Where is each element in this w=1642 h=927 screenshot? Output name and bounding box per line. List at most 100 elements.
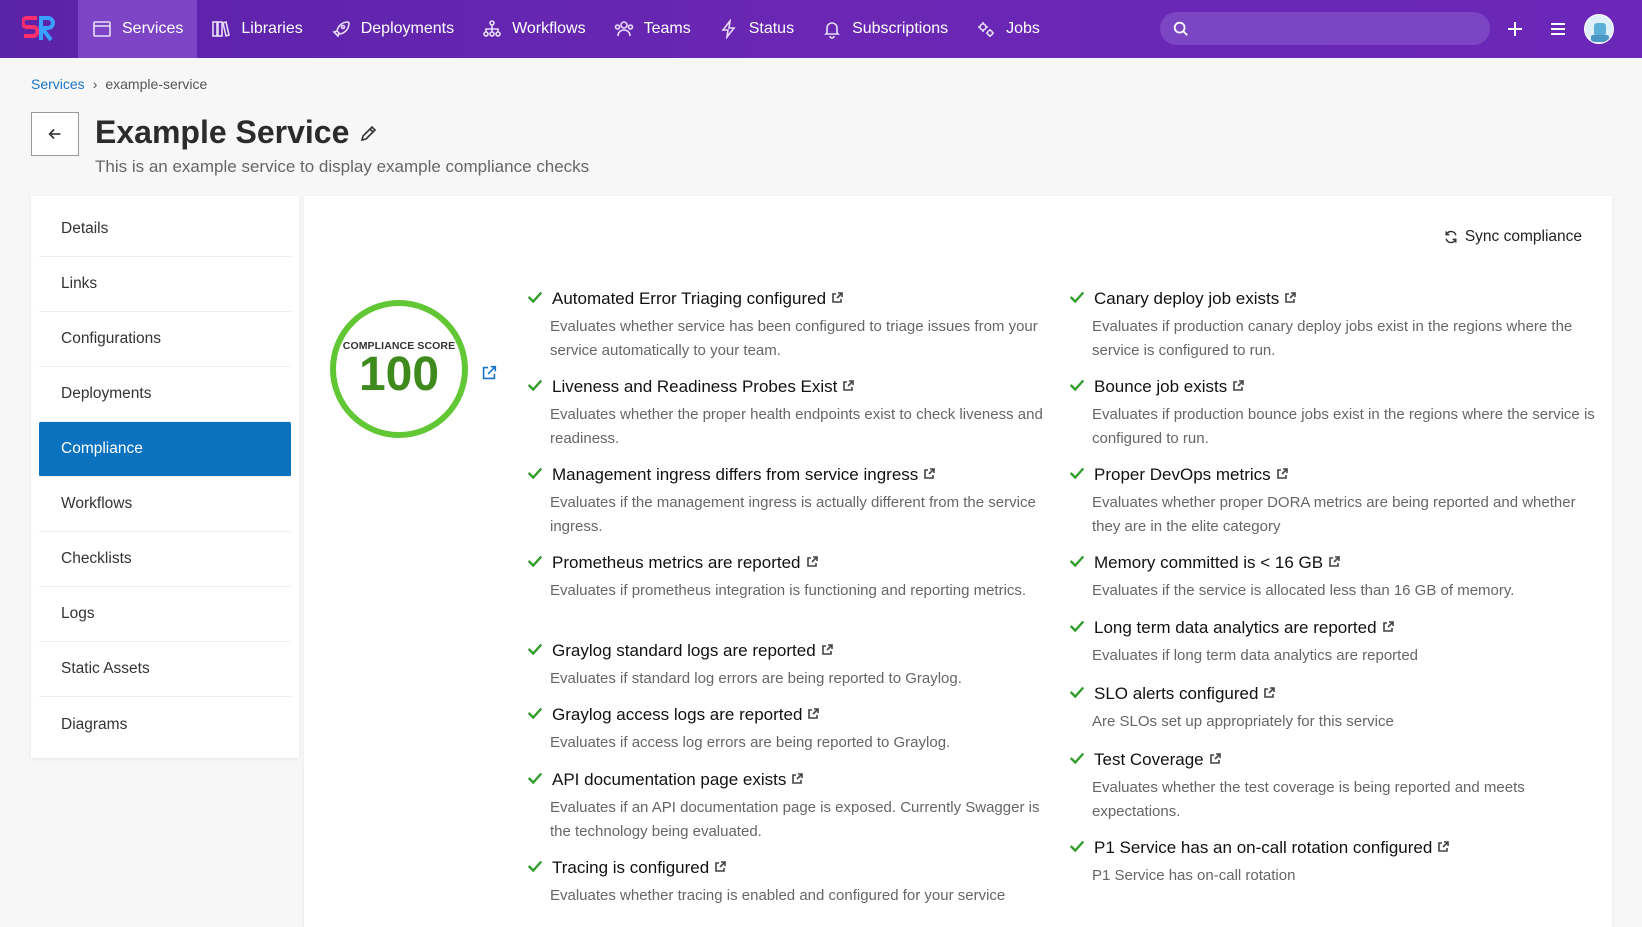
gears-icon xyxy=(978,22,995,37)
compliance-score-ring: COMPLIANCE SCORE 100 xyxy=(330,300,468,438)
top-nav: Services Libraries Deployments Workflows… xyxy=(0,0,1642,58)
search-input[interactable] xyxy=(1200,20,1480,37)
check-title: Bounce job exists xyxy=(1094,377,1228,396)
check-title: SLO alerts configured xyxy=(1094,684,1259,703)
external-link-icon[interactable] xyxy=(842,377,855,391)
sidenav-item-checklists[interactable]: Checklists xyxy=(39,532,291,587)
avatar[interactable] xyxy=(1584,14,1614,44)
people-icon xyxy=(614,21,633,37)
nav-item-label: Jobs xyxy=(1006,20,1040,37)
service-sidenav: Details Links Configurations Deployments… xyxy=(31,196,299,758)
sidenav-item-links[interactable]: Links xyxy=(39,257,291,312)
hierarchy-icon xyxy=(483,20,501,37)
check-title: Memory committed is < 16 GB xyxy=(1094,553,1324,572)
external-link-icon[interactable] xyxy=(714,858,726,872)
nav-item-services[interactable]: Services xyxy=(78,0,198,58)
external-link-icon[interactable] xyxy=(1284,289,1297,303)
nav-item-status[interactable]: Status xyxy=(705,0,808,58)
nav-item-jobs[interactable]: Jobs xyxy=(962,0,1054,58)
check-icon xyxy=(1068,376,1090,398)
sidenav-item-workflows[interactable]: Workflows xyxy=(39,477,291,532)
search-box[interactable] xyxy=(1160,12,1490,45)
logo[interactable] xyxy=(0,0,78,58)
external-link-icon[interactable] xyxy=(1209,750,1221,764)
check-item: Memory committed is < 16 GB Evaluates if… xyxy=(1068,552,1514,603)
nav-item-libraries[interactable]: Libraries xyxy=(197,0,316,58)
nav-item-workflows[interactable]: Workflows xyxy=(468,0,600,58)
sidenav-item-details[interactable]: Details xyxy=(39,202,291,257)
hamburger-icon xyxy=(1551,23,1565,35)
sidenav-item-logs[interactable]: Logs xyxy=(39,587,291,642)
external-link-icon[interactable] xyxy=(821,641,833,655)
sidenav-item-configurations[interactable]: Configurations xyxy=(39,312,291,367)
nav-item-subscriptions[interactable]: Subscriptions xyxy=(808,0,962,58)
menu-button[interactable] xyxy=(1546,17,1570,41)
check-item: Prometheus metrics are reported Evaluate… xyxy=(526,552,1026,603)
external-link-icon[interactable] xyxy=(1328,553,1340,567)
sync-icon xyxy=(1445,230,1457,244)
check-item: Long term data analytics are reported Ev… xyxy=(1068,617,1418,668)
check-title: Management ingress differs from service … xyxy=(552,465,919,484)
add-button[interactable] xyxy=(1503,17,1527,41)
nav-item-label: Deployments xyxy=(360,20,455,37)
check-description: Evaluates whether the test coverage is b… xyxy=(1092,779,1525,820)
external-link-icon[interactable] xyxy=(791,770,804,784)
check-icon xyxy=(1068,552,1090,574)
nav-item-teams[interactable]: Teams xyxy=(600,0,705,58)
check-description: Evaluates whether tracing is enabled and… xyxy=(550,887,1006,904)
score-external-link[interactable] xyxy=(480,364,498,382)
check-item: Graylog standard logs are reported Evalu… xyxy=(526,640,962,691)
external-link-icon[interactable] xyxy=(807,705,820,719)
sidenav-item-compliance[interactable]: Compliance xyxy=(39,422,291,477)
nav-item-deployments[interactable]: Deployments xyxy=(317,0,468,58)
external-link-icon[interactable] xyxy=(1437,838,1450,852)
external-link-icon[interactable] xyxy=(831,289,843,303)
check-icon xyxy=(526,464,548,486)
check-title: Canary deploy job exists xyxy=(1094,289,1280,308)
sync-compliance-label: Sync compliance xyxy=(1464,228,1582,245)
breadcrumb: Services › example-service xyxy=(31,76,207,92)
check-item: API documentation page exists Evaluates … xyxy=(526,769,1046,844)
check-description: Evaluates if the service is allocated le… xyxy=(1092,582,1515,599)
sr-logo-icon xyxy=(22,16,55,42)
pencil-icon[interactable] xyxy=(359,123,379,143)
check-description: Evaluates if production bounce jobs exis… xyxy=(1092,406,1595,447)
check-description: Evaluates whether the proper health endp… xyxy=(550,406,1043,447)
breadcrumb-services-link[interactable]: Services xyxy=(31,76,85,92)
check-title: Long term data analytics are reported xyxy=(1094,618,1377,637)
check-icon xyxy=(526,376,548,398)
check-title: Test Coverage xyxy=(1094,750,1204,769)
check-description: Evaluates if prometheus integration is f… xyxy=(550,582,1027,599)
external-link-icon[interactable] xyxy=(923,465,936,479)
check-item: Canary deploy job exists Evaluates if pr… xyxy=(1068,288,1608,363)
breadcrumb-separator: › xyxy=(92,76,98,92)
check-item: SLO alerts configured Are SLOs set up ap… xyxy=(1068,683,1394,734)
plus-icon xyxy=(1508,22,1522,36)
check-icon xyxy=(526,288,548,310)
nav-item-label: Services xyxy=(122,20,184,37)
page-title-row: Example Service xyxy=(95,114,379,151)
breadcrumb-current: example-service xyxy=(105,76,208,92)
check-icon xyxy=(526,769,548,791)
check-item: Management ingress differs from service … xyxy=(526,464,1046,539)
check-title: Proper DevOps metrics xyxy=(1094,465,1271,484)
check-description: Are SLOs set up appropriately for this s… xyxy=(1092,713,1394,730)
external-link-icon[interactable] xyxy=(806,553,818,567)
sidenav-item-static-assets[interactable]: Static Assets xyxy=(39,642,291,697)
external-link-icon[interactable] xyxy=(1232,377,1245,391)
check-icon xyxy=(526,640,548,662)
check-icon xyxy=(526,857,548,879)
sidenav-item-diagrams[interactable]: Diagrams xyxy=(39,697,291,752)
back-button[interactable] xyxy=(31,112,79,156)
check-item: Tracing is configured Evaluates whether … xyxy=(526,857,1005,908)
check-item: Automated Error Triaging configured Eval… xyxy=(526,288,1046,363)
external-link-icon[interactable] xyxy=(1382,618,1394,632)
sync-compliance-button[interactable]: Sync compliance xyxy=(1443,228,1582,246)
rocket-icon xyxy=(332,21,350,38)
check-description: Evaluates if an API documentation page i… xyxy=(550,799,1040,840)
sidenav-item-deployments[interactable]: Deployments xyxy=(39,367,291,422)
external-link-icon[interactable] xyxy=(1276,465,1288,479)
external-link-icon[interactable] xyxy=(1263,684,1276,698)
check-item: Proper DevOps metrics Evaluates whether … xyxy=(1068,464,1608,539)
lightning-icon xyxy=(721,19,736,39)
